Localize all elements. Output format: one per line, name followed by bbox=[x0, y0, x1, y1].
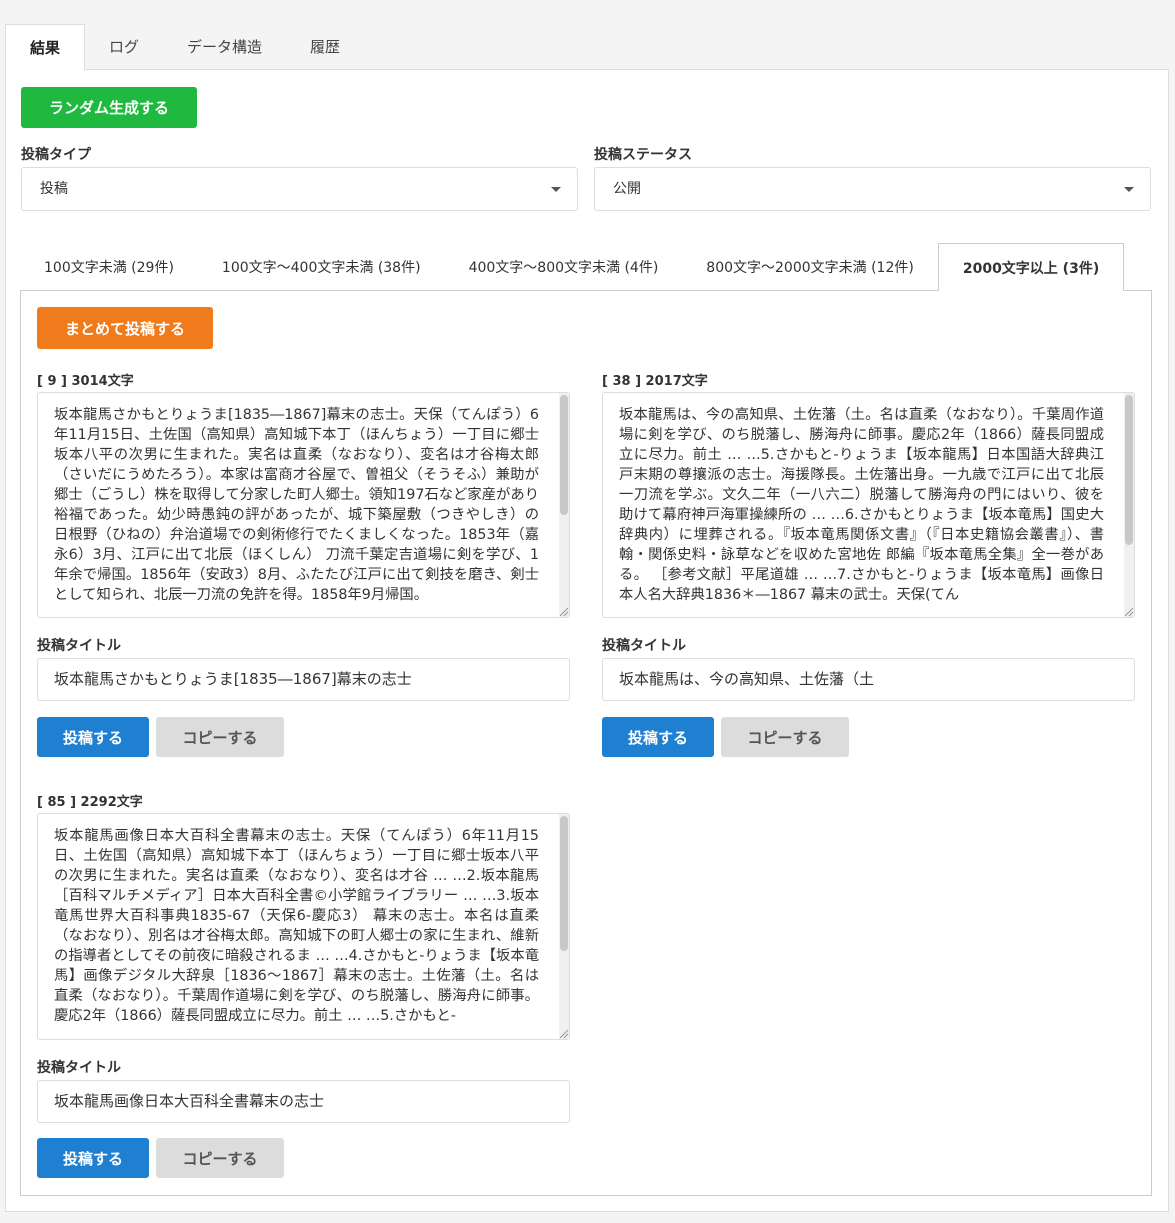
post-button[interactable]: 投稿する bbox=[602, 717, 714, 757]
body-text: 坂本龍馬は、今の高知県、土佐藩（土。名は直柔（なおなり）。千葉周作道場に剣を学び… bbox=[619, 407, 1104, 603]
post-type-value: 投稿 bbox=[40, 181, 68, 197]
body-text: 坂本龍馬さかもとりょうま[1835―1867]幕末の志士。天保（てんぽう）6年1… bbox=[54, 407, 539, 603]
tab-under-100[interactable]: 100文字未満 (29件) bbox=[20, 243, 198, 291]
resize-grip-icon[interactable] bbox=[560, 1030, 568, 1038]
body-textarea[interactable]: 坂本龍馬は、今の高知県、土佐藩（土。名は直柔（なおなり）。千葉周作道場に剣を学び… bbox=[602, 392, 1135, 618]
scrollbar-thumb[interactable] bbox=[560, 395, 568, 515]
resize-grip-icon[interactable] bbox=[560, 608, 568, 616]
bulk-post-button[interactable]: まとめて投稿する bbox=[37, 307, 213, 349]
char-count-label: [ 85 ] 2292文字 bbox=[37, 795, 143, 810]
copy-button[interactable]: コピーする bbox=[721, 717, 849, 757]
tab-100-400[interactable]: 100文字～400文字未満 (38件) bbox=[198, 243, 445, 291]
copy-button[interactable]: コピーする bbox=[156, 717, 284, 757]
post-status-select[interactable]: 公開 bbox=[594, 167, 1151, 211]
copy-button[interactable]: コピーする bbox=[156, 1138, 284, 1178]
page-root: 結果 ログ データ構造 履歴 ランダム生成する 投稿タイプ 投稿 投稿ステータス… bbox=[0, 0, 1175, 1223]
tab-data-structure[interactable]: データ構造 bbox=[163, 24, 286, 70]
post-type-select[interactable]: 投稿 bbox=[21, 167, 578, 211]
length-tab-bar: 100文字未満 (29件) 100文字～400文字未満 (38件) 400文字～… bbox=[20, 243, 1125, 291]
char-count-label: [ 9 ] 3014文字 bbox=[37, 374, 134, 389]
body-textarea[interactable]: 坂本龍馬画像日本大百科全書幕末の志士。天保（てんぽう）6年11月15日、土佐国（… bbox=[37, 813, 570, 1040]
tab-over-2000[interactable]: 2000文字以上 (3件) bbox=[937, 243, 1125, 291]
post-button[interactable]: 投稿する bbox=[37, 717, 149, 757]
body-textarea[interactable]: 坂本龍馬さかもとりょうま[1835―1867]幕末の志士。天保（てんぽう）6年1… bbox=[37, 392, 570, 618]
scrollbar-thumb[interactable] bbox=[560, 816, 568, 951]
post-status-label: 投稿ステータス bbox=[594, 147, 692, 163]
tab-history[interactable]: 履歴 bbox=[286, 24, 364, 70]
random-generate-button[interactable]: ランダム生成する bbox=[21, 87, 197, 128]
top-tab-bar: 結果 ログ データ構造 履歴 bbox=[5, 24, 364, 70]
chevron-down-icon bbox=[551, 187, 561, 192]
char-count-label: [ 38 ] 2017文字 bbox=[602, 374, 708, 389]
post-title-input[interactable]: 坂本龍馬画像日本大百科全書幕末の志士 bbox=[37, 1080, 570, 1123]
post-title-label: 投稿タイトル bbox=[37, 1060, 121, 1076]
tab-log[interactable]: ログ bbox=[85, 24, 163, 70]
post-title-label: 投稿タイトル bbox=[37, 638, 121, 654]
chevron-down-icon bbox=[1124, 187, 1134, 192]
scrollbar[interactable] bbox=[559, 393, 569, 617]
tab-400-800[interactable]: 400文字～800文字未満 (4件) bbox=[445, 243, 683, 291]
tab-results[interactable]: 結果 bbox=[5, 24, 86, 70]
post-type-label: 投稿タイプ bbox=[21, 147, 91, 163]
post-button[interactable]: 投稿する bbox=[37, 1138, 149, 1178]
post-title-input[interactable]: 坂本龍馬は、今の高知県、土佐藩（土 bbox=[602, 658, 1135, 701]
resize-grip-icon[interactable] bbox=[1125, 608, 1133, 616]
post-title-input[interactable]: 坂本龍馬さかもとりょうま[1835―1867]幕末の志士 bbox=[37, 658, 570, 701]
post-title-label: 投稿タイトル bbox=[602, 638, 686, 654]
body-text: 坂本龍馬画像日本大百科全書幕末の志士。天保（てんぽう）6年11月15日、土佐国（… bbox=[54, 828, 539, 1024]
scrollbar[interactable] bbox=[559, 814, 569, 1039]
post-status-value: 公開 bbox=[613, 181, 641, 197]
scrollbar[interactable] bbox=[1124, 393, 1134, 617]
scrollbar-thumb[interactable] bbox=[1125, 395, 1133, 545]
tab-800-2000[interactable]: 800文字～2000文字未満 (12件) bbox=[682, 243, 938, 291]
